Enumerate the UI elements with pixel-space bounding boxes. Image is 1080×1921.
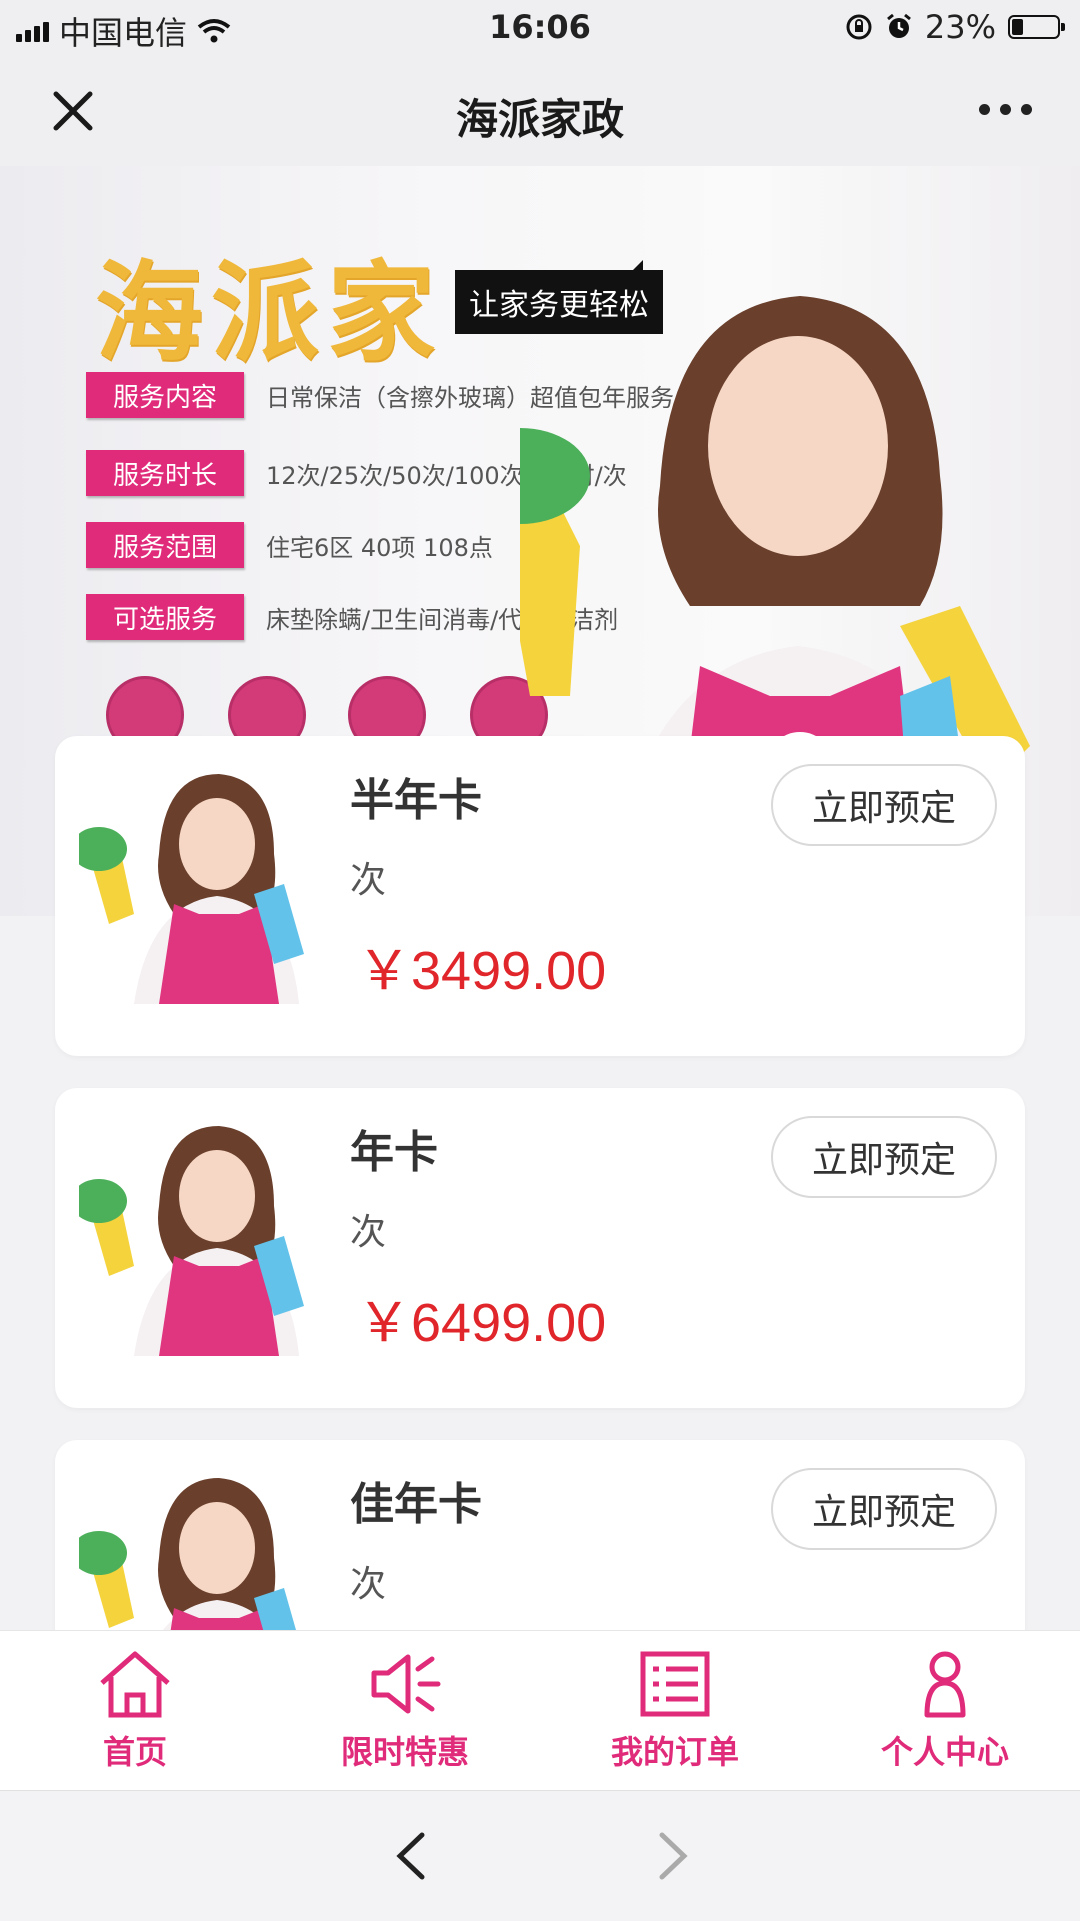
product-name: 年卡: [350, 1127, 438, 1178]
tab-label: 首页: [102, 1733, 167, 1771]
product-price: ￥6499.00: [357, 1293, 607, 1353]
battery-percent: 23%: [924, 8, 996, 46]
product-name: 半年卡: [350, 775, 482, 826]
forward-arrow-icon[interactable]: [650, 1831, 694, 1881]
browser-toolbar: [0, 1790, 1080, 1921]
tab-home[interactable]: 首页: [35, 1649, 235, 1773]
book-now-button[interactable]: 立即预定: [771, 1116, 997, 1198]
tab-promotions[interactable]: 限时特惠: [305, 1649, 505, 1773]
battery-icon: [1008, 15, 1065, 39]
tab-profile[interactable]: 个人中心: [845, 1649, 1045, 1773]
tab-orders[interactable]: 我的订单: [575, 1649, 775, 1773]
banner-row-text: 住宅6区 40项 108点: [266, 533, 493, 562]
banner-row-tag: 服务时长: [86, 450, 244, 496]
list-icon: [640, 1651, 710, 1717]
product-card[interactable]: 年卡 次 ￥6499.00 立即预定: [55, 1088, 1025, 1408]
page-title: 海派家政: [455, 95, 624, 144]
tab-label: 限时特惠: [340, 1733, 469, 1771]
product-card[interactable]: 半年卡 次 ￥3499.00 立即预定: [55, 736, 1025, 1056]
book-now-button[interactable]: 立即预定: [771, 1468, 997, 1550]
banner-row-tag: 可选服务: [86, 594, 244, 640]
status-bar: 中国电信 16:06 23%: [0, 0, 1080, 56]
product-thumbnail: [79, 774, 304, 1004]
more-icon[interactable]: [979, 104, 1032, 115]
book-now-button[interactable]: 立即预定: [771, 764, 997, 846]
back-arrow-icon[interactable]: [390, 1831, 434, 1881]
alarm-icon: [886, 13, 911, 38]
home-icon: [100, 1651, 170, 1718]
banner-row-tag: 服务内容: [86, 372, 244, 418]
rotation-lock-icon: [846, 14, 872, 40]
person-icon: [924, 1651, 966, 1718]
bottom-tab-bar: 首页 限时特惠 我的订单 个人中心: [0, 1630, 1080, 1791]
product-name: 佳年卡: [350, 1479, 482, 1530]
product-unit: 次: [350, 1564, 387, 1605]
product-thumbnail: [79, 1126, 304, 1356]
nav-bar: 海派家政: [0, 56, 1080, 166]
banner-brand: 海派家: [95, 251, 444, 376]
tab-label: 个人中心: [880, 1733, 1009, 1771]
product-unit: 次: [350, 1212, 387, 1253]
megaphone-icon: [371, 1654, 441, 1714]
product-unit: 次: [350, 860, 387, 901]
banner-row: 服务范围 住宅6区 40项 108点: [86, 522, 493, 568]
tab-label: 我的订单: [610, 1733, 739, 1771]
product-price: ￥3499.00: [357, 941, 607, 1001]
banner-row-tag: 服务范围: [86, 522, 244, 568]
